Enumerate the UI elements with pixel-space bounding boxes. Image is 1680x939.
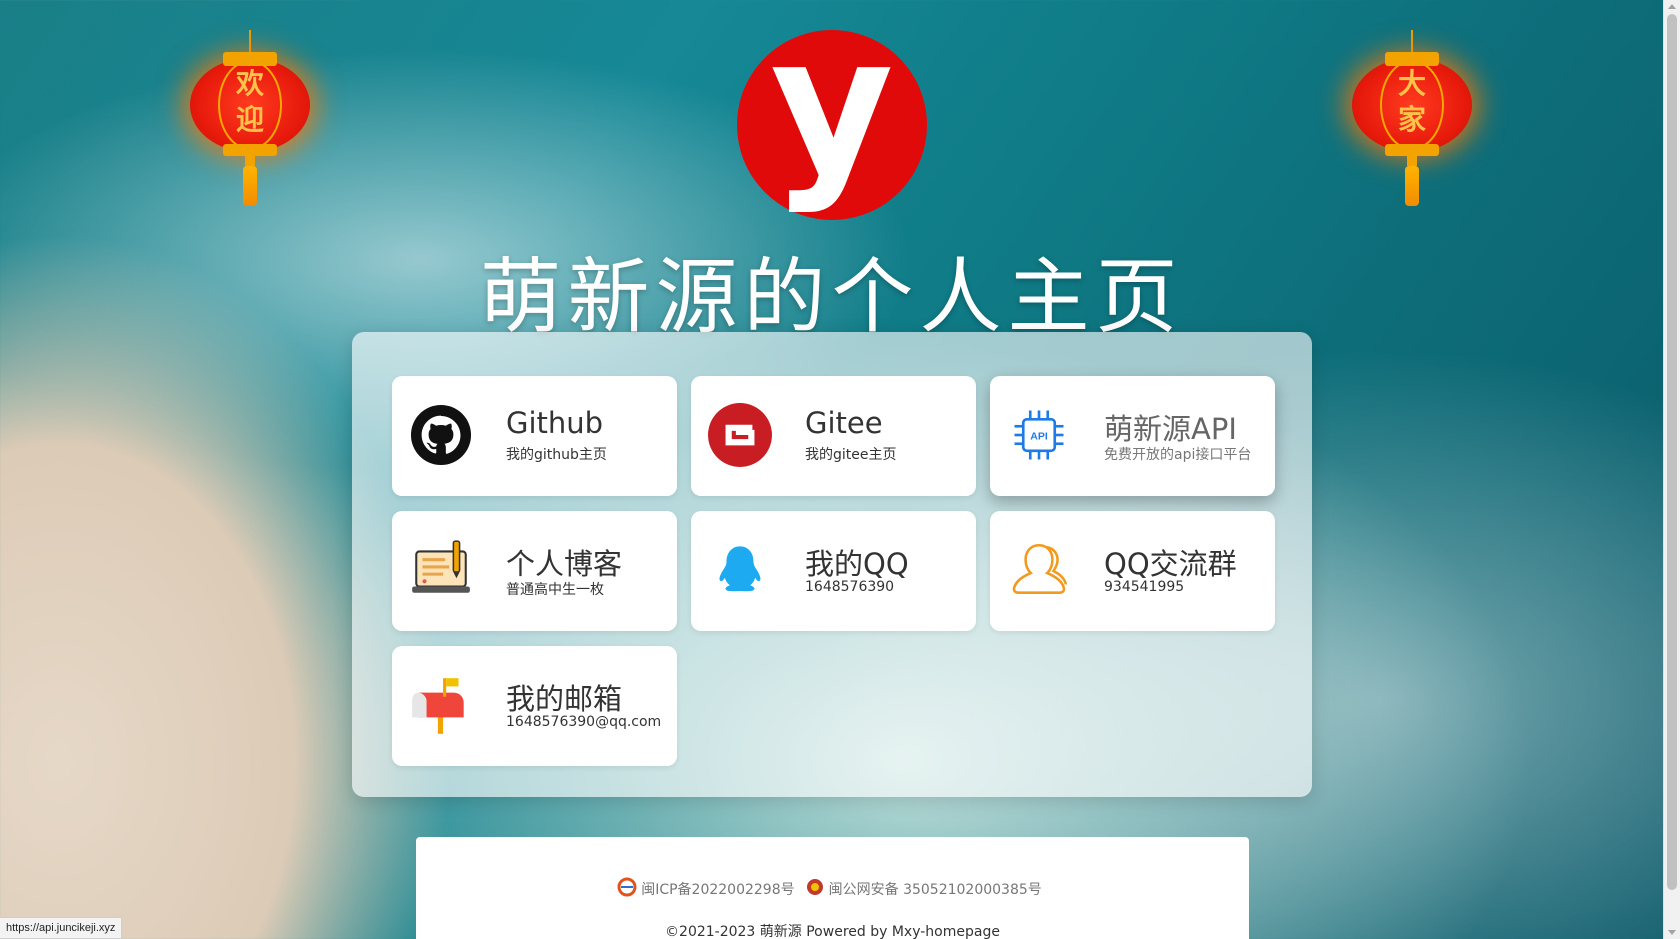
scrollbar[interactable]	[1663, 0, 1680, 939]
card-qq-group[interactable]: QQ交流群 934541995	[990, 511, 1275, 631]
card-subtitle: 1648576390	[805, 579, 895, 595]
card-title: 我的QQ	[805, 547, 909, 581]
card-subtitle: 免费开放的api接口平台	[1104, 447, 1252, 463]
card-subtitle: 1648576390@qq.com	[506, 714, 662, 730]
lantern-left-text: 欢迎	[235, 67, 264, 136]
lantern-right-text: 大家	[1397, 67, 1426, 136]
police-link[interactable]: 闽公网安备 35052102000385号	[829, 879, 1042, 899]
card-blog[interactable]: 个人博客 普通高中生一枚	[392, 511, 677, 631]
lantern-left: 欢迎	[190, 30, 310, 210]
police-badge-icon	[805, 877, 825, 901]
card-title: 我的邮箱	[506, 682, 623, 716]
icp-icon	[617, 877, 637, 901]
svg-text:API: API	[1030, 430, 1048, 442]
card-qq[interactable]: 我的QQ 1648576390	[691, 511, 976, 631]
card-subtitle: 普通高中生一枚	[506, 582, 604, 598]
footer: 闽ICP备2022002298号 闽公网安备 35052102000385号 ©…	[416, 837, 1249, 939]
mailbox-icon	[408, 672, 474, 738]
api-chip-icon: API	[1006, 402, 1072, 468]
beian-bar: 闽ICP备2022002298号 闽公网安备 35052102000385号	[416, 877, 1249, 901]
card-subtitle: 我的gitee主页	[805, 447, 897, 463]
scroll-up-icon[interactable]	[1668, 4, 1676, 9]
card-subtitle: 934541995	[1104, 579, 1185, 595]
gitee-icon	[707, 402, 773, 468]
copyright: ©2021-2023 萌新源 Powered by Mxy-homepage	[665, 924, 1000, 939]
card-title: Gitee	[805, 406, 883, 440]
card-gitee[interactable]: Gitee 我的gitee主页	[691, 376, 976, 496]
card-api[interactable]: API 萌新源API 免费开放的api接口平台	[990, 376, 1275, 496]
card-github[interactable]: Github 我的github主页	[392, 376, 677, 496]
blog-laptop-icon	[408, 537, 474, 603]
logo-letter: y	[770, 0, 894, 216]
card-subtitle: 我的github主页	[506, 447, 607, 463]
scroll-down-icon[interactable]	[1668, 930, 1676, 935]
group-person-icon	[1006, 537, 1072, 603]
card-title: 个人博客	[506, 547, 623, 581]
lantern-right: 大家	[1352, 30, 1472, 210]
card-title: QQ交流群	[1104, 547, 1237, 581]
card-title: Github	[506, 406, 604, 440]
card-title: 萌新源API	[1104, 412, 1237, 446]
github-icon	[408, 402, 474, 468]
icp-link[interactable]: 闽ICP备2022002298号	[641, 879, 794, 899]
scrollbar-thumb[interactable]	[1667, 14, 1677, 890]
qq-penguin-icon	[707, 537, 773, 603]
card-mail[interactable]: 我的邮箱 1648576390@qq.com	[392, 646, 677, 766]
links-panel: Github 我的github主页 Gitee 我的gitee主页 API 萌新…	[352, 332, 1312, 797]
status-url: https://api.juncikeji.xyz	[0, 917, 123, 939]
avatar-logo: y	[737, 11, 927, 220]
